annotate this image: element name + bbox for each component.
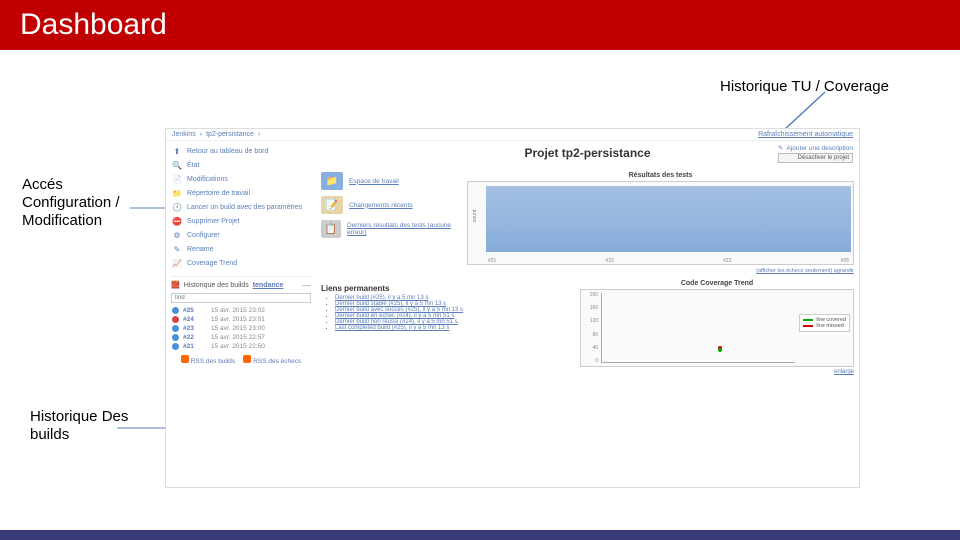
changes-icon: 📄 — [172, 174, 182, 184]
rename-icon: ✎ — [172, 244, 182, 254]
chart-icon: 📈 — [172, 258, 182, 268]
breadcrumb-project[interactable]: tp2-persistance — [206, 131, 254, 138]
rss-links: RSS des builds RSS des échecs — [171, 355, 311, 365]
build-row[interactable]: #2515 avr. 2015 23:02 — [171, 306, 311, 315]
search-icon: 🔍 — [172, 160, 182, 170]
sidebar: ⬆Retour au tableau de bord 🔍État 📄Modifi… — [166, 141, 316, 378]
coverage-chart-title: Code Coverage Trend — [580, 280, 854, 287]
perm-title: Liens permanents — [321, 284, 570, 293]
test-results-chart: Résultats des tests count #21 #22 #23 #2… — [467, 172, 854, 274]
menu-back[interactable]: ⬆Retour au tableau de bord — [171, 144, 311, 158]
annotation-builds: Historique Des builds — [30, 408, 140, 444]
project-actions: ✎Ajouter une description Désactiver le p… — [778, 143, 853, 163]
coverage-legend: line covered line missed — [799, 314, 850, 332]
slide-title: Dashboard — [20, 8, 167, 42]
menu-coverage-trend[interactable]: 📈Coverage Trend — [171, 256, 311, 270]
add-description-link[interactable]: ✎Ajouter une description — [778, 143, 853, 153]
menu-configure[interactable]: ⚙Configurer — [171, 228, 311, 242]
slide-header: Dashboard — [0, 0, 960, 50]
menu-build-now[interactable]: 🕐Lancer un build avec des paramètres — [171, 200, 311, 214]
delete-icon: ⛔ — [172, 216, 182, 226]
breadcrumb-root[interactable]: Jenkins — [172, 131, 196, 138]
build-row[interactable]: #2315 avr. 2015 23:00 — [171, 324, 311, 333]
status-ball-icon — [172, 343, 179, 350]
rss-icon — [243, 355, 251, 363]
perm-link-item[interactable]: Last completed build (#25), il y a 5 mn … — [335, 325, 570, 331]
recent-changes-link[interactable]: 📝Changements récents — [321, 196, 461, 214]
annotation-coverage: Historique TU / Coverage — [720, 78, 889, 96]
collapse-icon[interactable]: — — [302, 280, 311, 290]
workspace-link[interactable]: 📁Espace de travail — [321, 172, 461, 190]
coverage-chart[interactable]: 200 160 120 80 40 0 line covered — [580, 289, 854, 367]
clock-icon: 🕐 — [172, 202, 182, 212]
notepad-icon: 📝 — [321, 196, 343, 214]
history-icon: 🧱 — [171, 281, 180, 289]
build-row[interactable]: #2415 avr. 2015 23:01 — [171, 315, 311, 324]
status-ball-icon — [172, 325, 179, 332]
slide-footer-bar — [0, 530, 960, 540]
gear-icon: ⚙ — [172, 230, 182, 240]
menu-rename[interactable]: ✎Rename — [171, 242, 311, 256]
test-chart-ylabel: count — [472, 210, 478, 222]
legend-swatch-missed — [803, 325, 813, 327]
test-chart-title: Résultats des tests — [467, 172, 854, 179]
rss-icon — [181, 355, 189, 363]
rss-all[interactable]: RSS des builds — [181, 355, 235, 365]
auto-refresh-link[interactable]: Rafraîchissement automatique — [758, 131, 853, 138]
trend-link[interactable]: tendance — [253, 282, 284, 289]
build-find-input[interactable] — [171, 293, 311, 303]
menu-status[interactable]: 🔍État — [171, 158, 311, 172]
clipboard-icon: 📋 — [321, 220, 341, 238]
build-row[interactable]: #2215 avr. 2015 22:57 — [171, 333, 311, 342]
last-tests-link[interactable]: 📋Derniers résultats des tests (aucune er… — [321, 220, 461, 238]
status-ball-icon — [172, 316, 179, 323]
disable-project-button[interactable]: Désactiver le projet — [778, 153, 853, 163]
coverage-enlarge-link[interactable]: enlarge — [580, 369, 854, 375]
menu-delete[interactable]: ⛔Supprimer Projet — [171, 214, 311, 228]
permanent-links: Liens permanents Dernier build (#25), il… — [321, 284, 570, 375]
menu-changes[interactable]: 📄Modifications — [171, 172, 311, 186]
build-row[interactable]: #2115 avr. 2015 22:50 — [171, 342, 311, 351]
coverage-chart-block: Code Coverage Trend 200 160 120 80 40 0 — [580, 276, 854, 375]
edit-icon: ✎ — [778, 144, 783, 152]
data-point-covered — [718, 348, 722, 352]
main-panel: Projet tp2-persistance ✎Ajouter une desc… — [316, 141, 859, 378]
test-chart-area[interactable]: count #21 #22 #23 #25 — [467, 181, 854, 265]
legend-swatch-covered — [803, 319, 813, 321]
folder-icon: 📁 — [321, 172, 343, 190]
rss-failures[interactable]: RSS des échecs — [243, 355, 301, 365]
annotation-config: Accés Configuration / Modification — [22, 176, 152, 230]
status-ball-icon — [172, 334, 179, 341]
build-history-header: 🧱 Historique des builds tendance — — [171, 276, 311, 290]
folder-icon: 📁 — [172, 188, 182, 198]
status-ball-icon — [172, 307, 179, 314]
jenkins-screenshot: Jenkins › tp2-persistance › Rafraîchisse… — [165, 128, 860, 488]
test-chart-enlarge[interactable]: (afficher les échecs seulement) agrandir — [467, 268, 854, 274]
quick-links: 📁Espace de travail 📝Changements récents … — [321, 172, 461, 274]
up-arrow-icon: ⬆ — [172, 146, 182, 156]
breadcrumb: Jenkins › tp2-persistance › Rafraîchisse… — [166, 129, 859, 141]
menu-workspace[interactable]: 📁Répertoire de travail — [171, 186, 311, 200]
project-title: Projet tp2-persistance — [321, 146, 854, 160]
